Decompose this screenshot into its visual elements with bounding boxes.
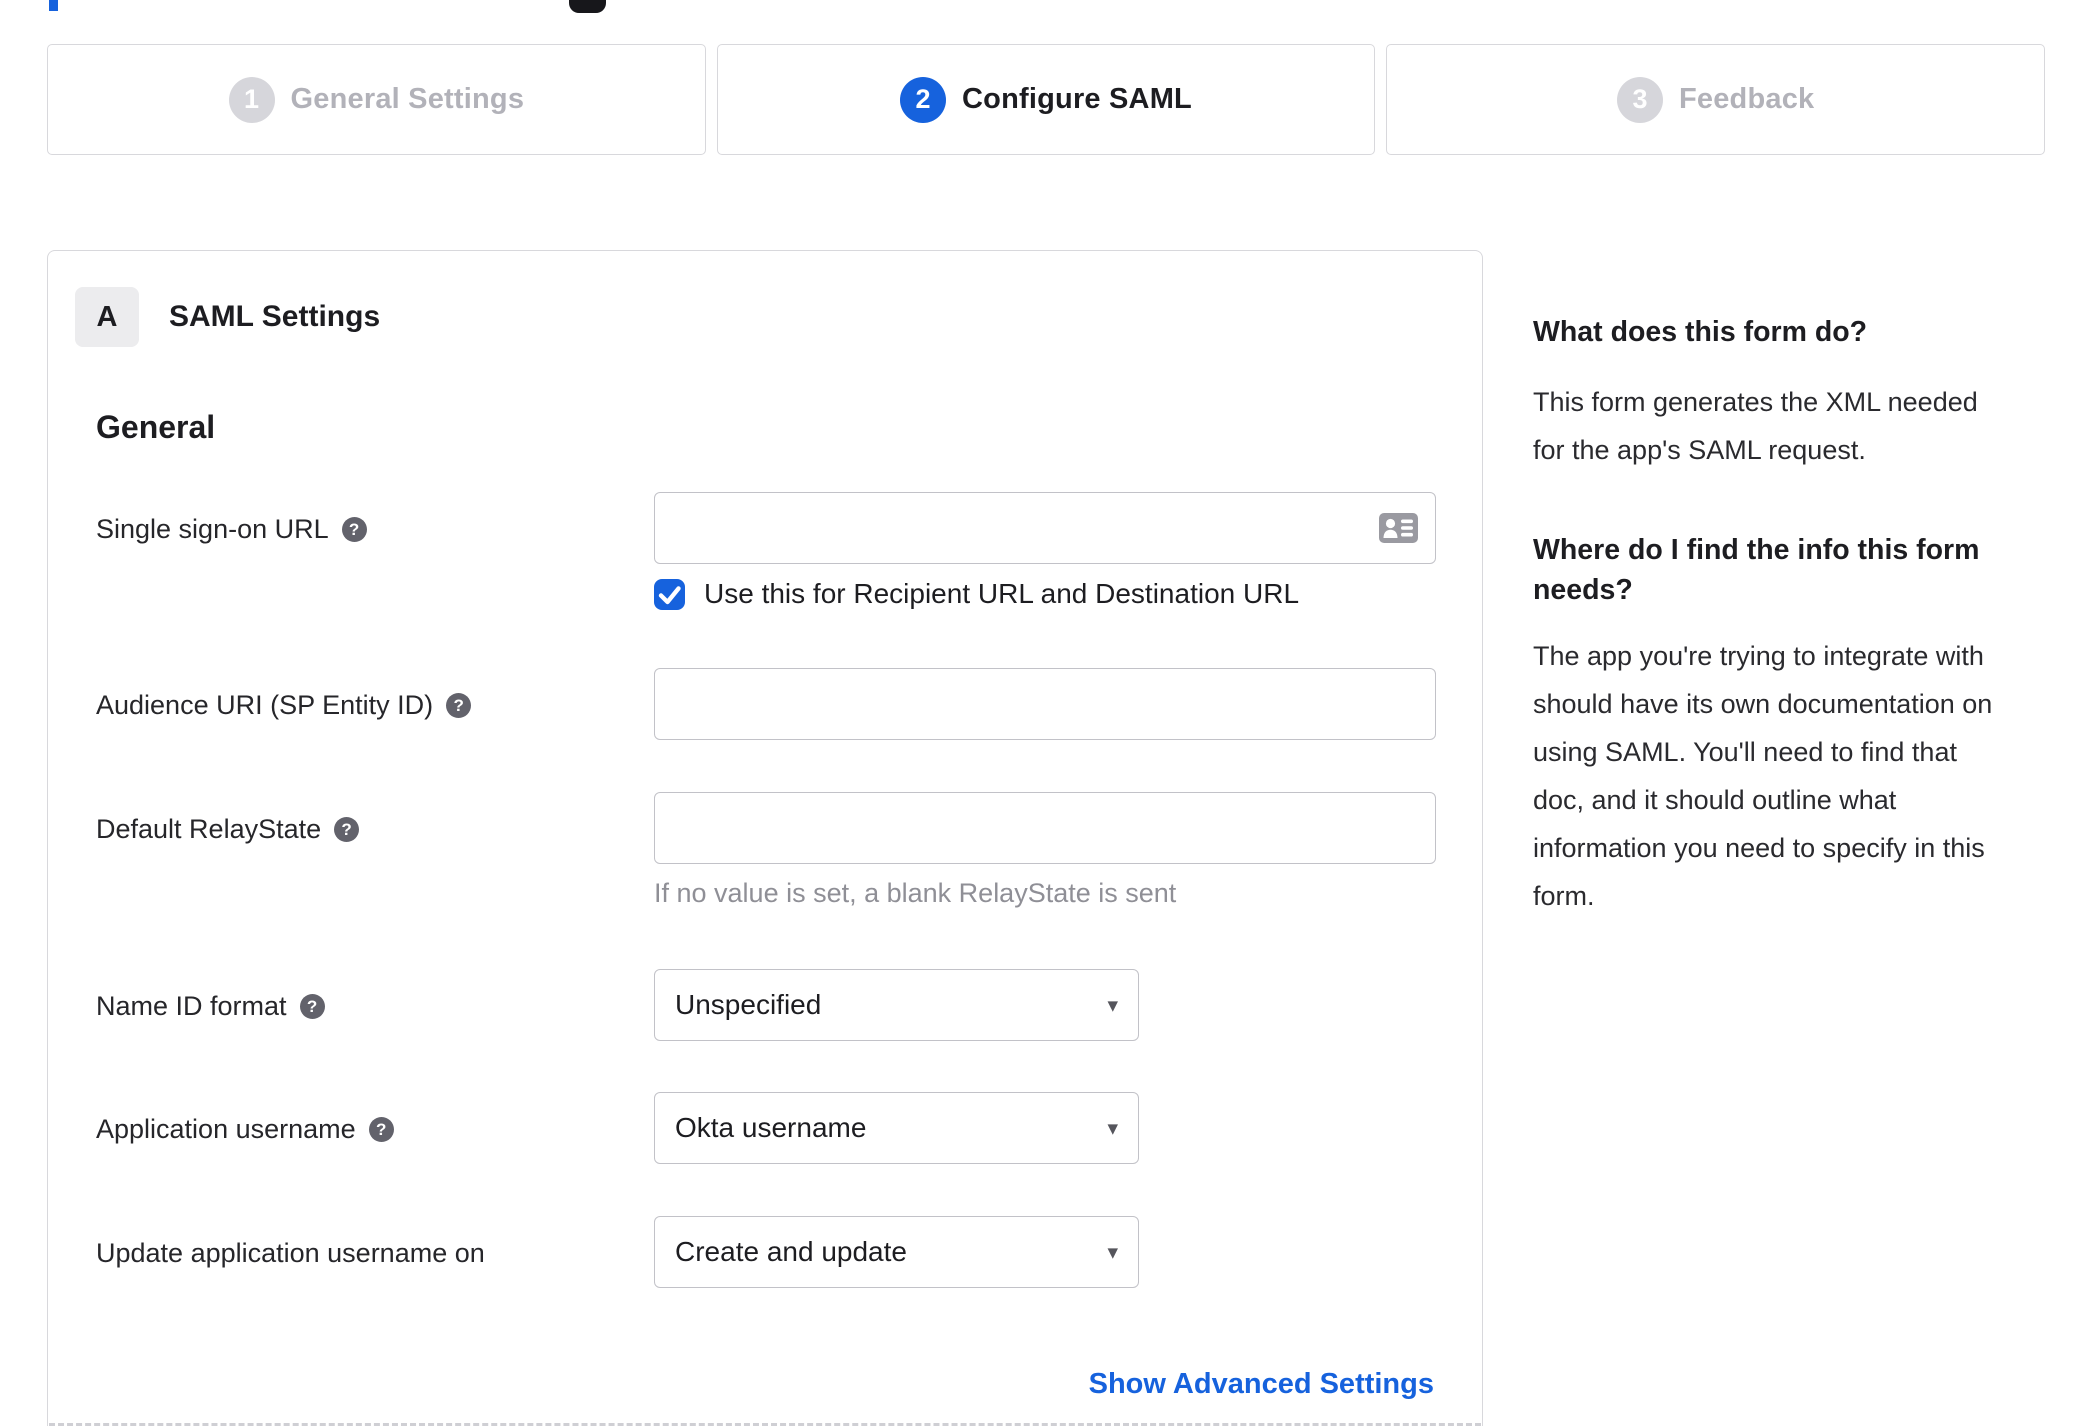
step-general-settings[interactable]: 1 General Settings bbox=[47, 44, 706, 155]
help-icon[interactable]: ? bbox=[446, 693, 472, 718]
update-application-username-select[interactable]: Create and update ▾ bbox=[654, 1216, 1139, 1288]
section-badge: A bbox=[75, 287, 139, 347]
use-for-recipient-row: Use this for Recipient URL and Destinati… bbox=[654, 578, 1436, 610]
field-row-default-relaystate: Default RelayState ? If no value is set,… bbox=[96, 792, 1482, 909]
chevron-down-icon: ▾ bbox=[1107, 993, 1118, 1017]
use-for-recipient-checkbox[interactable] bbox=[654, 578, 685, 610]
application-username-select[interactable]: Okta username ▾ bbox=[654, 1092, 1139, 1164]
field-row-audience-uri: Audience URI (SP Entity ID) ? bbox=[96, 668, 1482, 740]
step-number-badge: 1 bbox=[228, 76, 275, 123]
select-value: Okta username bbox=[675, 1112, 867, 1143]
help-icon[interactable]: ? bbox=[368, 1117, 394, 1142]
help-question-2: Where do I find the info this form needs… bbox=[1533, 534, 1980, 606]
step-number-badge: 2 bbox=[900, 76, 947, 123]
single-sign-on-url-input[interactable] bbox=[654, 492, 1436, 564]
step-label: General Settings bbox=[290, 83, 525, 115]
field-label: Single sign-on URL bbox=[96, 514, 329, 544]
step-label: Feedback bbox=[1678, 83, 1815, 115]
field-label: Application username bbox=[96, 1114, 356, 1144]
step-label: Configure SAML bbox=[962, 83, 1192, 115]
section-title: SAML Settings bbox=[169, 300, 381, 333]
field-row-single-sign-on-url: Single sign-on URL ? Use this for Recipi… bbox=[96, 492, 1482, 610]
help-icon[interactable]: ? bbox=[299, 994, 325, 1019]
field-row-name-id-format: Name ID format ? Unspecified ▾ bbox=[96, 969, 1482, 1041]
help-sidebar: What does this form do? This form genera… bbox=[1533, 312, 2053, 920]
field-row-update-application-username: Update application username on Create an… bbox=[96, 1216, 1482, 1288]
panel-header: A SAML Settings bbox=[75, 287, 1482, 347]
help-icon[interactable]: ? bbox=[341, 517, 367, 542]
general-heading: General bbox=[96, 409, 216, 445]
default-relaystate-input[interactable] bbox=[654, 792, 1436, 864]
step-number-badge: 3 bbox=[1616, 76, 1663, 123]
step-feedback[interactable]: 3 Feedback bbox=[1386, 44, 2046, 155]
chevron-down-icon: ▾ bbox=[1107, 1240, 1118, 1264]
step-configure-saml[interactable]: 2 Configure SAML bbox=[716, 44, 1376, 155]
cropped-blue-artifact bbox=[49, 0, 58, 11]
help-answer-2: The app you're trying to integrate with … bbox=[1533, 641, 1993, 911]
help-answer-1: This form generates the XML needed for t… bbox=[1533, 387, 1978, 465]
field-label: Update application username on bbox=[96, 1238, 485, 1268]
chevron-down-icon: ▾ bbox=[1107, 1116, 1118, 1140]
field-label: Name ID format bbox=[96, 991, 287, 1021]
name-id-format-select[interactable]: Unspecified ▾ bbox=[654, 969, 1139, 1041]
field-label: Default RelayState bbox=[96, 814, 322, 844]
saml-form: Single sign-on URL ? Use this for Recipi… bbox=[96, 492, 1482, 1401]
field-label: Audience URI (SP Entity ID) bbox=[96, 690, 434, 720]
saml-settings-panel: A SAML Settings General Single sign-on U… bbox=[47, 250, 1483, 1426]
audience-uri-input[interactable] bbox=[654, 668, 1436, 740]
select-value: Create and update bbox=[675, 1236, 907, 1267]
show-advanced-settings-link[interactable]: Show Advanced Settings bbox=[1089, 1368, 1434, 1401]
select-value: Unspecified bbox=[675, 989, 822, 1020]
field-row-application-username: Application username ? Okta username ▾ bbox=[96, 1092, 1482, 1164]
help-question-1: What does this form do? bbox=[1533, 316, 1868, 348]
relaystate-hint: If no value is set, a blank RelayState i… bbox=[654, 878, 1177, 908]
checkbox-label: Use this for Recipient URL and Destinati… bbox=[704, 578, 1300, 609]
wizard-stepper: 1 General Settings 2 Configure SAML 3 Fe… bbox=[47, 44, 2046, 155]
cropped-dark-icon-artifact bbox=[569, 0, 606, 13]
help-icon[interactable]: ? bbox=[334, 817, 360, 842]
